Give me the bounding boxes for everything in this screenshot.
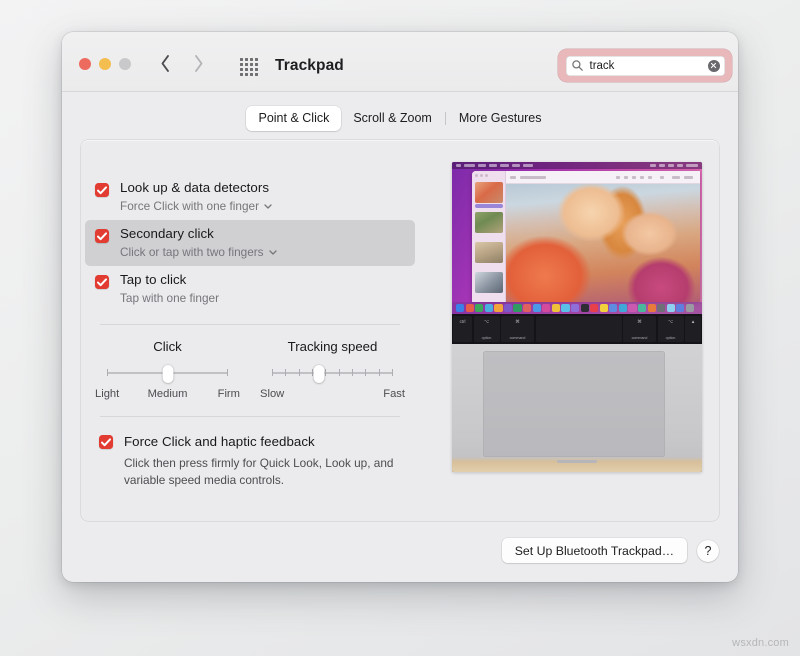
slider-title-click: Click xyxy=(85,339,250,354)
slider-block-tracking-speed: Tracking speed Slow Fast xyxy=(250,339,415,400)
clear-search-icon[interactable] xyxy=(708,60,720,72)
trackpad-demo-video[interactable]: ctrl ⌥option ⌘command ⌘command ⌥option ▲ xyxy=(452,162,702,472)
preview-key-option-right: ⌥option xyxy=(658,316,684,342)
preview-key-option-left: ⌥option xyxy=(474,316,500,342)
show-all-grid-icon[interactable] xyxy=(240,58,258,76)
preview-laptop-base xyxy=(452,344,702,472)
settings-column: Look up & data detectors Force Click wit… xyxy=(85,174,415,488)
preview-thumbnail-selected-bar xyxy=(475,204,503,208)
minimize-button[interactable] xyxy=(99,58,111,70)
preview-menubar xyxy=(452,162,702,169)
tab-scroll-and-zoom[interactable]: Scroll & Zoom xyxy=(341,106,444,131)
forward-button[interactable] xyxy=(193,54,204,73)
preview-keyboard-row: ctrl ⌥option ⌘command ⌘command ⌥option ▲ xyxy=(452,314,702,344)
search-icon xyxy=(572,60,583,71)
preview-photo xyxy=(506,184,700,302)
option-label: Tap to click xyxy=(120,272,186,287)
navigation-controls xyxy=(160,54,204,73)
slider-ticks xyxy=(272,369,393,376)
tab-separator xyxy=(445,112,446,125)
force-click-description: Click then press firmly for Quick Look, … xyxy=(124,455,405,488)
preview-window-controls xyxy=(475,174,488,177)
preview-screen xyxy=(452,162,702,314)
preview-key-space xyxy=(536,316,622,342)
option-description: Tap with one finger xyxy=(120,290,219,306)
slider-tracking-speed[interactable] xyxy=(272,365,393,383)
option-popup-value: Click or tap with two fingers xyxy=(120,244,264,260)
tab-more-gestures[interactable]: More Gestures xyxy=(447,106,554,131)
window-titlebar: Trackpad track xyxy=(62,32,738,92)
preview-photos-toolbar xyxy=(506,171,700,184)
chevron-down-icon xyxy=(269,250,277,255)
close-button[interactable] xyxy=(79,58,91,70)
option-tap-to-click[interactable]: Tap to click Tap with one finger xyxy=(85,266,415,312)
option-force-click[interactable]: Force Click and haptic feedback Click th… xyxy=(85,417,415,488)
slider-labels-tracking-speed: Slow Fast xyxy=(260,388,405,400)
checkbox-tap-to-click[interactable] xyxy=(95,275,109,289)
back-button[interactable] xyxy=(160,54,171,73)
force-click-label: Force Click and haptic feedback xyxy=(124,434,315,449)
trackpad-preferences-window: Trackpad track Point & Click Scroll & Zo… xyxy=(62,32,738,582)
preview-photos-app-window xyxy=(472,171,700,302)
preview-thumbnail xyxy=(475,212,503,233)
preview-lid-notch xyxy=(557,460,597,463)
option-label: Look up & data detectors xyxy=(120,180,269,195)
option-popup-value: Force Click with one finger xyxy=(120,198,259,214)
preview-key-ctrl: ctrl xyxy=(453,316,472,342)
slider-knob-click[interactable] xyxy=(162,365,173,383)
search-highlight-ring: track xyxy=(558,49,732,82)
search-field[interactable]: track xyxy=(566,56,725,76)
help-button[interactable]: ? xyxy=(697,540,719,562)
option-secondary-click[interactable]: Secondary click Click or tap with two fi… xyxy=(85,220,415,266)
preview-thumbnail xyxy=(475,242,503,263)
search-input-value[interactable]: track xyxy=(583,60,708,72)
checkbox-force-click[interactable] xyxy=(99,435,113,449)
option-label: Secondary click xyxy=(120,226,214,241)
window-controls xyxy=(79,58,131,70)
zoom-button[interactable] xyxy=(119,58,131,70)
option-look-up-data-detectors[interactable]: Look up & data detectors Force Click wit… xyxy=(85,174,415,220)
slider-label-mid: Medium xyxy=(143,388,191,400)
slider-label-min: Light xyxy=(95,388,143,400)
preview-thumbnail xyxy=(475,182,503,203)
sliders-group: Click Light Medium Firm xyxy=(85,325,415,400)
slider-label-max: Firm xyxy=(192,388,240,400)
preview-dock xyxy=(452,302,702,314)
slider-title-tracking-speed: Tracking speed xyxy=(250,339,415,354)
option-popup-look-up[interactable]: Force Click with one finger xyxy=(120,198,272,214)
preview-key-command-left: ⌘command xyxy=(501,316,534,342)
option-description-text: Tap with one finger xyxy=(120,290,219,306)
preview-thumbnail xyxy=(475,272,503,293)
preview-key-arrow: ▲ xyxy=(685,316,701,342)
slider-knob-tracking-speed[interactable] xyxy=(314,365,325,383)
tab-bar: Point & Click Scroll & Zoom More Gesture… xyxy=(62,106,738,131)
page-title: Trackpad xyxy=(275,57,344,75)
slider-click[interactable] xyxy=(107,365,228,383)
watermark: wsxdn.com xyxy=(732,637,789,649)
slider-block-click: Click Light Medium Firm xyxy=(85,339,250,400)
slider-label-max: Fast xyxy=(383,388,405,400)
checkbox-look-up-data-detectors[interactable] xyxy=(95,183,109,197)
slider-labels-click: Light Medium Firm xyxy=(95,388,240,400)
tab-point-and-click[interactable]: Point & Click xyxy=(246,106,341,131)
slider-label-min: Slow xyxy=(260,388,284,400)
chevron-down-icon xyxy=(264,204,272,209)
preview-photos-sidebar xyxy=(472,171,506,302)
preview-trackpad xyxy=(483,351,665,457)
preview-key-command-right: ⌘command xyxy=(623,316,656,342)
checkbox-secondary-click[interactable] xyxy=(95,229,109,243)
preferences-panel: Look up & data detectors Force Click wit… xyxy=(81,140,719,521)
set-up-bluetooth-trackpad-button[interactable]: Set Up Bluetooth Trackpad… xyxy=(502,538,687,563)
window-footer: Set Up Bluetooth Trackpad… ? xyxy=(502,538,719,563)
option-popup-secondary-click[interactable]: Click or tap with two fingers xyxy=(120,244,277,260)
